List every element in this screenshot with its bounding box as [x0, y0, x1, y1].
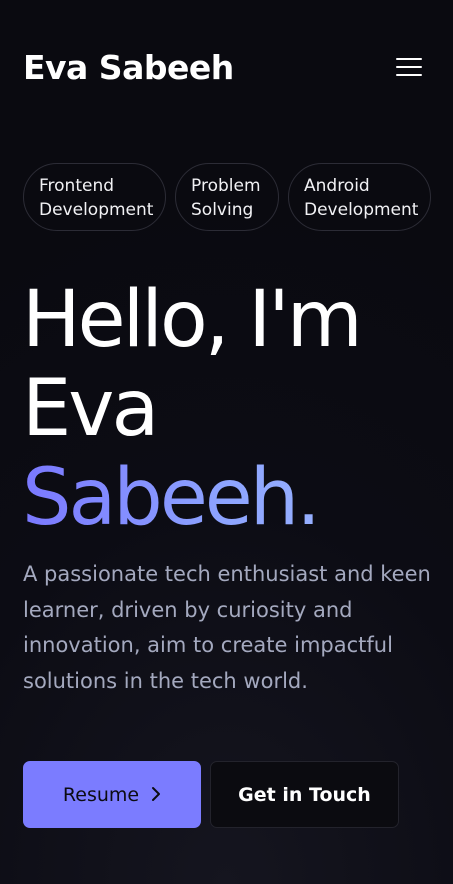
- skill-tag-line: Android: [304, 176, 370, 196]
- brand-logo[interactable]: Eva Sabeeh: [23, 48, 234, 87]
- site-header: Eva Sabeeh: [0, 0, 453, 136]
- get-in-touch-button[interactable]: Get in Touch: [210, 761, 399, 828]
- skill-tag-line: Frontend: [39, 176, 115, 196]
- skill-tag-problem-solving: Problem Solving: [175, 163, 279, 231]
- hero-heading: Hello, I'm Eva Sabeeh.: [22, 275, 363, 543]
- skill-tag-android: Android Development: [288, 163, 431, 231]
- resume-button-label: Resume: [62, 783, 140, 806]
- skill-tag-line: Development: [304, 200, 419, 220]
- skill-tag-line: Solving: [191, 200, 254, 220]
- menu-bar: [396, 58, 422, 60]
- menu-bar: [396, 74, 422, 76]
- skill-tag-line: Development: [39, 200, 154, 220]
- chevron-right-icon: [151, 783, 161, 807]
- hero-greeting: Hello, I'm: [22, 275, 363, 365]
- skill-tag-frontend: Frontend Development: [23, 163, 166, 231]
- hero-last-name: Sabeeh.: [22, 454, 360, 543]
- menu-bar: [396, 66, 422, 68]
- hamburger-menu-icon[interactable]: [396, 57, 424, 79]
- hero-description: A passionate tech enthusiast and keen le…: [23, 562, 431, 693]
- skill-tag-line: Problem: [191, 176, 261, 196]
- hero-first-name: Eva: [22, 364, 159, 454]
- resume-button[interactable]: Resume: [23, 761, 201, 828]
